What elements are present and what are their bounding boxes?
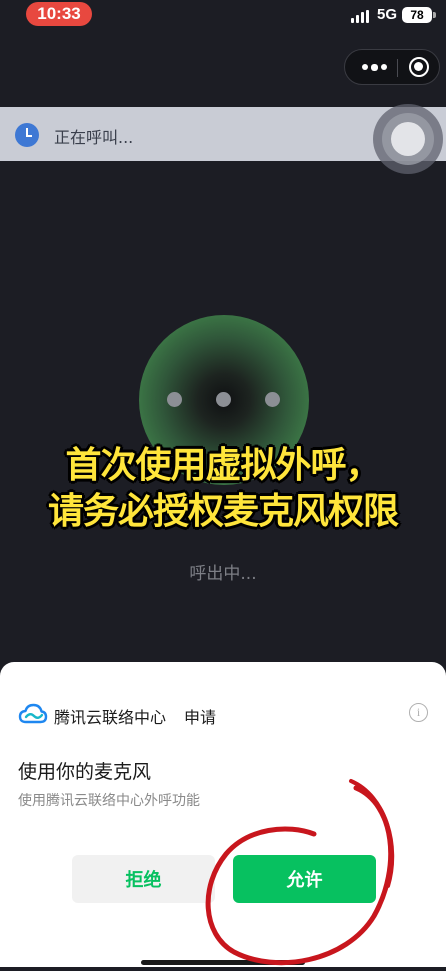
more-icon[interactable] bbox=[355, 50, 393, 84]
target-icon[interactable] bbox=[409, 57, 429, 77]
network-label: 5G bbox=[377, 6, 398, 23]
deny-button[interactable]: 拒绝 bbox=[72, 855, 215, 903]
status-bar: 10:33 5G 78 bbox=[0, 0, 446, 34]
permission-title: 使用你的麦克风 bbox=[18, 761, 152, 783]
battery-icon: 78 bbox=[402, 7, 432, 23]
request-label: 申请 bbox=[184, 708, 217, 727]
info-icon[interactable]: i bbox=[409, 703, 428, 722]
caption-line-2: 请务必授权麦克风权限 bbox=[47, 491, 399, 532]
capsule-divider bbox=[397, 59, 398, 77]
call-status-text: 呼出中... bbox=[189, 564, 257, 584]
caption-line-1: 首次使用虚拟外呼， bbox=[65, 445, 381, 486]
capsule-menu bbox=[344, 49, 440, 85]
app-name: 腾讯云联络中心 bbox=[54, 708, 167, 727]
cloud-icon bbox=[18, 703, 48, 724]
status-time: 10:33 bbox=[26, 2, 92, 26]
assistive-touch-button[interactable] bbox=[373, 104, 443, 174]
battery-tip bbox=[433, 12, 436, 18]
red-circle-annotation bbox=[205, 779, 395, 966]
loading-dots-icon bbox=[139, 391, 309, 409]
caption-overlay: 首次使用虚拟外呼， 请务必授权麦克风权限 bbox=[0, 443, 446, 535]
calling-banner-text: 正在呼叫... bbox=[54, 128, 134, 147]
signal-icon bbox=[351, 10, 371, 23]
permission-description: 使用腾讯云联络中心外呼功能 bbox=[18, 793, 200, 809]
clock-icon bbox=[15, 123, 39, 147]
